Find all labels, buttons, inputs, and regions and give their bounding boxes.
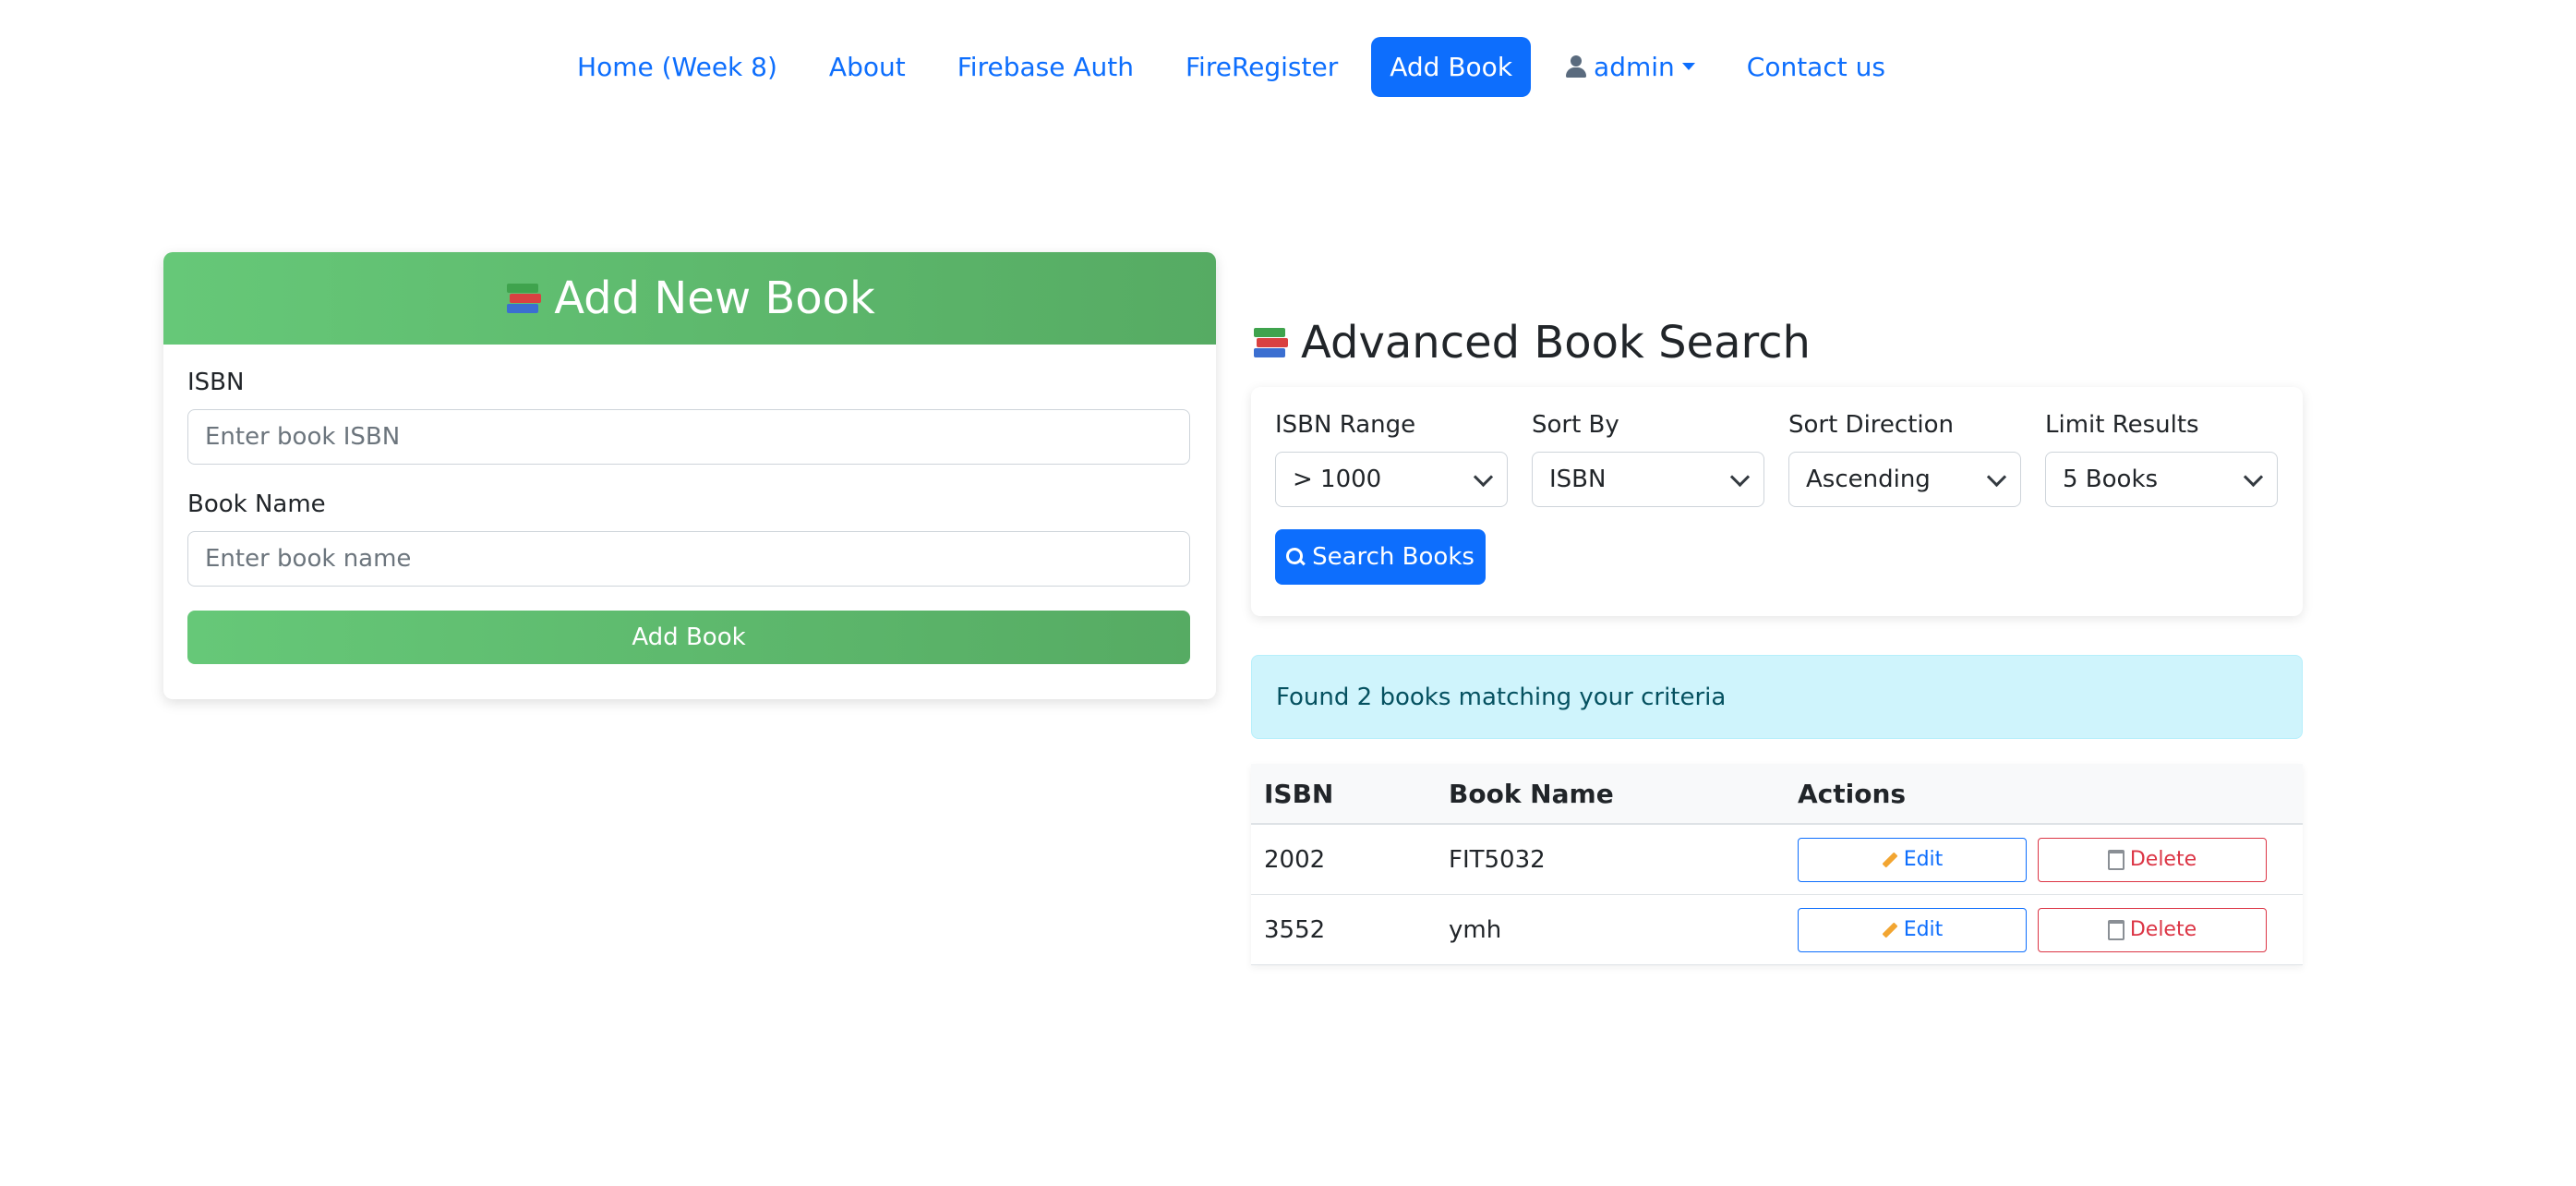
chevron-down-icon bbox=[1729, 466, 1751, 487]
filter-sort-direction: Sort Direction Ascending bbox=[1788, 411, 2021, 507]
add-book-title: Add New Book bbox=[554, 272, 875, 324]
cell-book-name: FIT5032 bbox=[1436, 824, 1785, 895]
search-filter-card: ISBN Range > 1000 Sort By ISBN Sort Dire… bbox=[1251, 387, 2303, 616]
filter-label: ISBN Range bbox=[1275, 411, 1416, 439]
table-row: 3552 ymh Edit Delete bbox=[1251, 894, 2303, 965]
user-icon bbox=[1564, 54, 1588, 79]
edit-label: Edit bbox=[1903, 848, 1944, 871]
isbn-label: ISBN bbox=[187, 369, 245, 396]
filter-label: Sort By bbox=[1532, 411, 1619, 439]
nav-firebase-auth[interactable]: Firebase Auth bbox=[939, 37, 1152, 97]
nav-home[interactable]: Home (Week 8) bbox=[559, 37, 796, 97]
results-alert: Found 2 books matching your criteria bbox=[1251, 655, 2303, 739]
filter-limit-results: Limit Results 5 Books bbox=[2045, 411, 2278, 507]
chevron-down-icon bbox=[1473, 466, 1494, 487]
caret-down-icon bbox=[1681, 63, 1695, 70]
filter-sort-by: Sort By ISBN bbox=[1532, 411, 1764, 507]
nav-about[interactable]: About bbox=[811, 37, 924, 97]
nav-contact[interactable]: Contact us bbox=[1728, 37, 1904, 97]
select-value: Ascending bbox=[1806, 466, 1931, 493]
books-icon bbox=[1251, 324, 1288, 361]
cell-book-name: ymh bbox=[1436, 894, 1785, 965]
search-books-button[interactable]: Search Books bbox=[1275, 529, 1486, 585]
trash-icon bbox=[2107, 849, 2125, 870]
cell-isbn: 3552 bbox=[1251, 894, 1436, 965]
filter-label: Sort Direction bbox=[1788, 411, 1955, 439]
book-name-input[interactable] bbox=[187, 531, 1190, 587]
sort-by-select[interactable]: ISBN bbox=[1532, 452, 1764, 507]
column-header-isbn: ISBN bbox=[1251, 764, 1436, 825]
edit-button[interactable]: Edit bbox=[1798, 837, 2027, 882]
nav-fireregister[interactable]: FireRegister bbox=[1167, 37, 1356, 97]
books-table: ISBN Book Name Actions 2002 FIT5032 Edit… bbox=[1251, 764, 2303, 965]
add-book-button[interactable]: Add Book bbox=[187, 611, 1190, 664]
top-nav: Home (Week 8) About Firebase Auth FireRe… bbox=[0, 35, 2462, 98]
delete-button[interactable]: Delete bbox=[2038, 837, 2267, 882]
limit-results-select[interactable]: 5 Books bbox=[2045, 452, 2278, 507]
sort-direction-select[interactable]: Ascending bbox=[1788, 452, 2021, 507]
table-row: 2002 FIT5032 Edit Delete bbox=[1251, 824, 2303, 895]
chevron-down-icon bbox=[2243, 466, 2264, 487]
chevron-down-icon bbox=[1986, 466, 2007, 487]
search-button-label: Search Books bbox=[1312, 543, 1475, 571]
isbn-range-select[interactable]: > 1000 bbox=[1275, 452, 1508, 507]
results-text: Found 2 books matching your criteria bbox=[1276, 683, 1727, 711]
delete-label: Delete bbox=[2129, 848, 2197, 871]
search-title: Advanced Book Search bbox=[1251, 317, 1811, 369]
books-icon bbox=[504, 280, 542, 317]
filter-isbn-range: ISBN Range > 1000 bbox=[1275, 411, 1508, 507]
column-header-actions: Actions bbox=[1785, 764, 2303, 825]
edit-button[interactable]: Edit bbox=[1798, 907, 2027, 952]
trash-icon bbox=[2107, 919, 2125, 940]
nav-add-book[interactable]: Add Book bbox=[1371, 36, 1532, 97]
column-header-book-name: Book Name bbox=[1436, 764, 1785, 825]
isbn-input[interactable] bbox=[187, 409, 1190, 465]
delete-label: Delete bbox=[2129, 918, 2197, 941]
search-icon bbox=[1286, 548, 1305, 566]
nav-user-label: admin bbox=[1594, 51, 1675, 82]
pencil-icon bbox=[1882, 922, 1898, 938]
select-value: 5 Books bbox=[2063, 466, 2159, 493]
delete-button[interactable]: Delete bbox=[2038, 907, 2267, 952]
add-book-header: Add New Book bbox=[163, 252, 1216, 345]
nav-user-dropdown[interactable]: admin bbox=[1546, 37, 1714, 97]
book-name-label: Book Name bbox=[187, 490, 326, 518]
search-title-text: Advanced Book Search bbox=[1301, 317, 1811, 369]
select-value: > 1000 bbox=[1293, 466, 1382, 493]
pencil-icon bbox=[1882, 852, 1898, 867]
cell-isbn: 2002 bbox=[1251, 824, 1436, 895]
filter-label: Limit Results bbox=[2045, 411, 2199, 439]
edit-label: Edit bbox=[1903, 918, 1944, 941]
select-value: ISBN bbox=[1549, 466, 1607, 493]
add-book-card: Add New Book ISBN Book Name Add Book bbox=[163, 252, 1216, 699]
